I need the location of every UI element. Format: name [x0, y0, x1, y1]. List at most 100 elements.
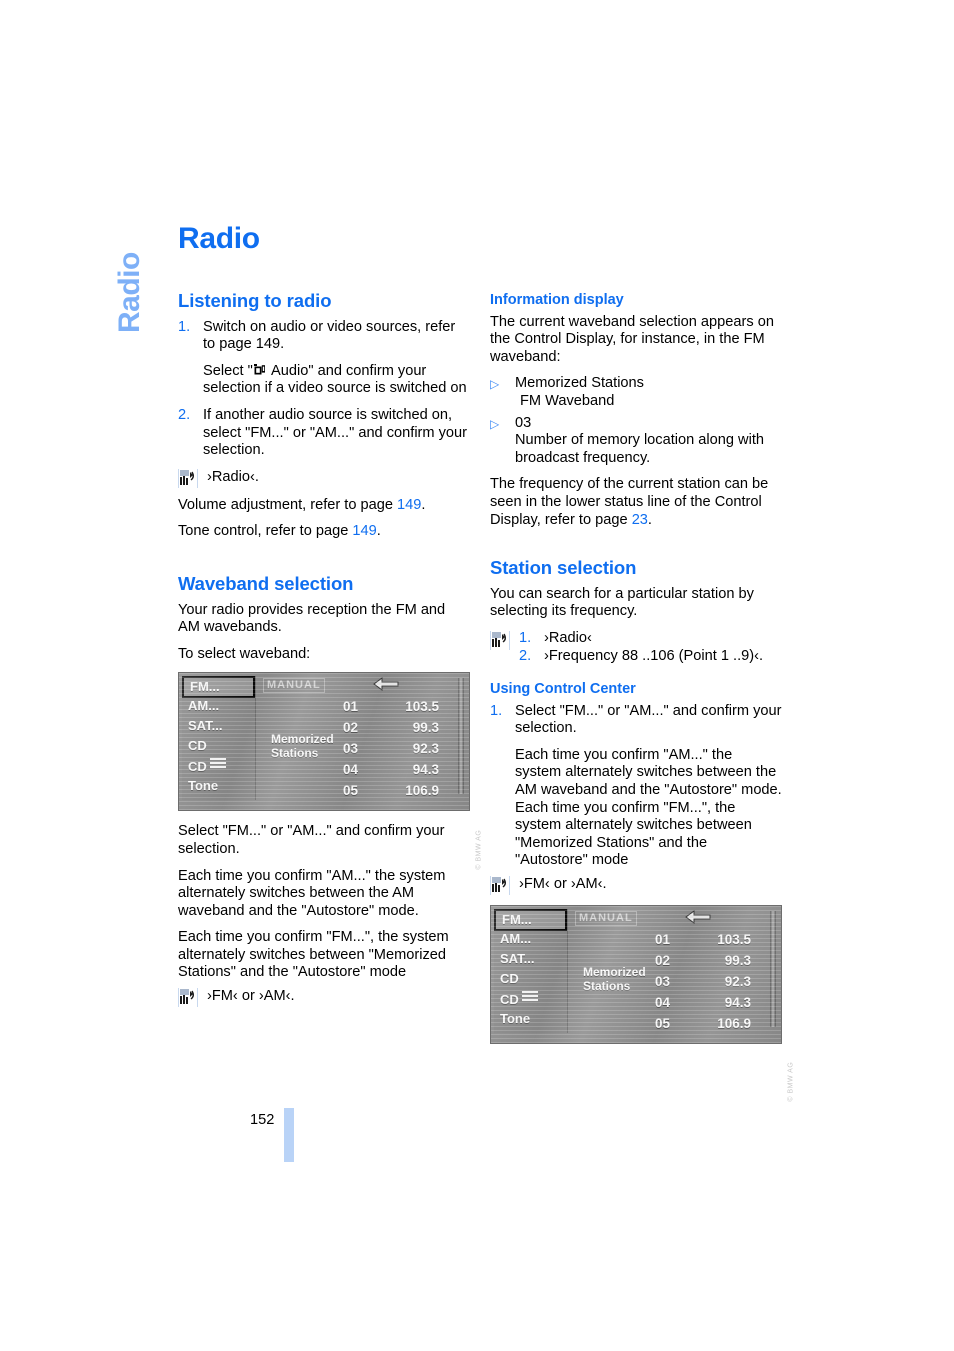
page-number: 152 — [250, 1112, 275, 1128]
display-menu-label: AM... — [500, 931, 532, 947]
display-content-area: MANUAL Memorized Stations 01 103.5 02 99.3… — [573, 909, 777, 1035]
step-text: ›Radio‹ — [544, 629, 592, 646]
display-menu-item-fm[interactable]: FM... — [494, 909, 567, 932]
heading-listening-to-radio: Listening to radio — [178, 290, 332, 311]
image-credit: © BMW AG — [787, 1062, 795, 1103]
display-scrollbar[interactable] — [770, 911, 776, 1028]
control-display-screenshot-1: FM... AM... SAT... CD CD Tone MANUAL Mem… — [178, 672, 482, 869]
display-menu-label: CD — [500, 971, 519, 987]
idrive-display: FM... AM... SAT... CD CD Tone MANUAL Mem… — [178, 672, 470, 812]
bullet-line-2: Number of memory location along with bro… — [515, 432, 765, 466]
display-menu-item-am[interactable]: AM... — [182, 696, 255, 716]
display-menu-item-tone[interactable]: Tone — [182, 776, 255, 796]
idrive-display: FM... AM... SAT... CD CD Tone MANUAL Mem… — [490, 905, 782, 1045]
preset-row[interactable]: 05 106.9 — [655, 1013, 773, 1034]
preset-number: 05 — [343, 783, 359, 799]
preset-row[interactable]: 02 99.3 — [655, 950, 773, 971]
cd-changer-list-icon — [209, 756, 226, 770]
display-preset-list: 01 103.5 02 99.3 03 92.3 04 94.3 05 106.9 — [655, 929, 773, 1034]
display-menu-item-cd-list[interactable]: CD — [494, 989, 567, 1009]
display-menu-list: FM... AM... SAT... CD CD Tone — [182, 676, 256, 801]
tone-text-prefix: Tone control, refer to page — [178, 523, 353, 540]
triangle-bullet-icon: ▷ — [490, 377, 500, 392]
voice-command-text: ›FM‹ or ›AM‹. — [519, 876, 607, 893]
preset-row[interactable]: 01 103.5 — [655, 929, 773, 950]
list-item: 2. ›Frequency 88 ..106 (Point 1 ..9)‹. — [519, 648, 782, 666]
preset-number: 01 — [343, 699, 359, 715]
information-display-outro: The frequency of the current station can… — [490, 476, 782, 529]
step-number: 2. — [178, 406, 191, 423]
volume-text-suffix: . — [421, 496, 426, 513]
audio-source-icon — [253, 363, 266, 376]
display-preset-list: 01 103.5 02 99.3 03 92.3 04 94.3 05 106.9 — [343, 696, 461, 801]
display-menu-item-tone[interactable]: Tone — [494, 1009, 567, 1029]
select-audio-prefix: Select " — [203, 362, 253, 379]
page-number-bar — [284, 1108, 294, 1162]
display-menu-label: FM... — [502, 912, 532, 928]
preset-row[interactable]: 02 99.3 — [343, 717, 461, 738]
display-menu-label: CD — [188, 738, 207, 754]
preset-row[interactable]: 03 92.3 — [343, 738, 461, 759]
preset-frequency: 92.3 — [412, 741, 439, 757]
voice-command-icon — [490, 876, 510, 896]
voice-command-text: ›Radio‹. — [207, 468, 259, 485]
bullet-body: Memorized Stations FM Waveband — [515, 375, 782, 410]
display-menu-label: SAT... — [188, 718, 223, 734]
voice-command-text: ›FM‹ or ›AM‹. — [207, 988, 295, 1005]
cd-changer-list-icon — [521, 989, 538, 1003]
step-text: If another audio source is switched on, … — [203, 406, 468, 459]
preset-row[interactable]: 03 92.3 — [655, 971, 773, 992]
waveband-subintro: To select waveband: — [178, 645, 311, 662]
display-status-manual: MANUAL — [263, 678, 325, 694]
control-display-screenshot-2: FM... AM... SAT... CD CD Tone MANUAL Mem… — [490, 905, 794, 1102]
list-item: 1. Select "FM..." or "AM..." and confirm… — [490, 703, 782, 738]
display-menu-label: SAT... — [500, 951, 535, 967]
back-arrow-icon[interactable] — [685, 910, 711, 931]
preset-frequency: 103.5 — [717, 932, 751, 948]
preset-row[interactable]: 01 103.5 — [343, 696, 461, 717]
display-menu-label: CD — [500, 992, 519, 1008]
station-selection-intro: You can search for a particular station … — [490, 585, 754, 620]
preset-frequency: 94.3 — [724, 995, 751, 1011]
preset-number: 05 — [655, 1016, 671, 1032]
display-menu-item-cd[interactable]: CD — [182, 736, 255, 756]
voice-command-station-steps: 1. ›Radio‹ 2. ›Frequency 88 ..106 (Point… — [490, 630, 782, 665]
preset-row[interactable]: 04 94.3 — [343, 759, 461, 780]
display-menu-item-sat[interactable]: SAT... — [182, 716, 255, 736]
display-content-area: MANUAL Memorized Stations 01 103.5 02 99.3… — [261, 676, 465, 802]
preset-row[interactable]: 05 106.9 — [343, 780, 461, 801]
back-arrow-icon[interactable] — [373, 677, 399, 698]
preset-frequency: 92.3 — [724, 974, 751, 990]
display-menu-item-cd-list[interactable]: CD — [182, 756, 255, 776]
display-menu-item-fm[interactable]: FM... — [182, 676, 255, 699]
list-item: 1. ›Radio‹ — [519, 630, 782, 648]
waveband-intro: Your radio provides reception the FM and… — [178, 601, 446, 636]
volume-adjustment-line: Volume adjustment, refer to page 149. — [178, 497, 470, 515]
display-menu-item-cd[interactable]: CD — [494, 969, 567, 989]
step-text: Switch on audio or video sources, refer … — [203, 319, 470, 354]
step-text-line-2: to page 149. — [203, 336, 285, 353]
display-menu-item-sat[interactable]: SAT... — [494, 949, 567, 969]
tone-text-suffix: . — [376, 523, 381, 540]
memorized-label-line-2: Stations — [583, 979, 631, 994]
preset-row[interactable]: 04 94.3 — [655, 992, 773, 1013]
heading-using-control-center: Using Control Center — [490, 681, 636, 698]
voice-command-fm-am-left: ›FM‹ or ›AM‹. — [178, 988, 470, 1008]
display-scrollbar[interactable] — [458, 678, 464, 795]
step-text-line-1: Switch on audio or video sources, refer — [203, 318, 456, 335]
control-center-para-3: Each time you confirm "FM...", the syste… — [515, 799, 752, 869]
voice-command-steps: 1. ›Radio‹ 2. ›Frequency 88 ..106 (Point… — [519, 630, 782, 665]
preset-number: 02 — [655, 953, 671, 969]
preset-number: 01 — [655, 932, 671, 948]
display-menu-label: Tone — [500, 1011, 531, 1027]
display-memorized-stations-label: Memorized Stations — [271, 732, 334, 760]
display-menu-label: Tone — [188, 778, 219, 794]
list-item: 2. If another audio source is switched o… — [178, 407, 470, 460]
preset-number: 02 — [343, 720, 359, 736]
preset-number: 03 — [343, 741, 359, 757]
list-item: ▷ Memorized Stations FM Waveband — [490, 375, 782, 410]
display-menu-item-am[interactable]: AM... — [494, 929, 567, 949]
preset-number: 04 — [655, 995, 671, 1011]
listening-steps: 1. Switch on audio or video sources, ref… — [178, 319, 470, 460]
list-item: ▷ 03 Number of memory location along wit… — [490, 415, 782, 468]
